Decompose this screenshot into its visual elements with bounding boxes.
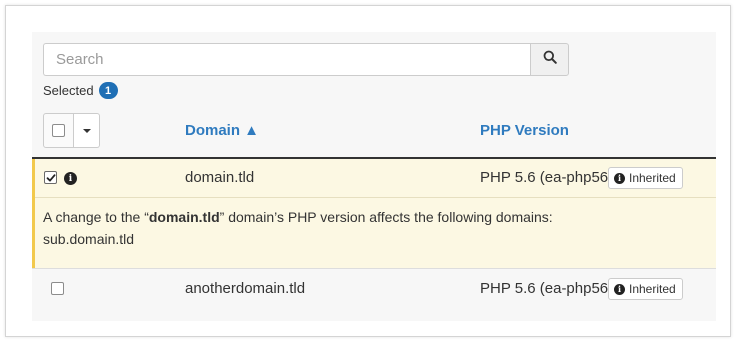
search-input[interactable] (43, 43, 530, 76)
inherited-button[interactable]: i Inherited (608, 167, 683, 189)
search-button[interactable] (530, 43, 569, 76)
row-divider (35, 197, 716, 198)
info-icon[interactable]: i (64, 172, 77, 185)
notice-text: A change to the “domain.tld” domain’s PH… (43, 206, 553, 228)
table-row: anotherdomain.tld PHP 5.6 (ea-php56) i I… (32, 269, 716, 321)
row-php-version: PHP 5.6 (ea-php56) (480, 169, 614, 186)
affected-domains-notice: A change to the “domain.tld” domain’s PH… (43, 206, 553, 250)
notice-prefix: A change to the “ (43, 209, 149, 225)
search-icon (543, 50, 557, 69)
row-checkbox[interactable] (51, 282, 64, 295)
bulk-select-group (43, 113, 100, 148)
selected-label: Selected (43, 83, 94, 98)
selected-count-badge: 1 (98, 82, 118, 99)
column-header-domain[interactable]: Domain ▲ (185, 122, 259, 139)
row-checkbox[interactable] (44, 171, 57, 184)
select-all-checkbox[interactable] (52, 124, 65, 137)
affected-domain: sub.domain.tld (43, 231, 135, 247)
checkmark-icon (46, 173, 55, 181)
row-php-version: PHP 5.6 (ea-php56) (480, 280, 614, 297)
column-header-php-version[interactable]: PHP Version (480, 122, 569, 139)
inherited-button[interactable]: i Inherited (608, 278, 683, 300)
select-all-checkbox-wrap (43, 113, 74, 148)
screenshot-frame: Selected 1 Domain ▲ PHP Version i domain… (5, 5, 731, 337)
table-row: i domain.tld PHP 5.6 (ea-php56) i Inheri… (32, 159, 716, 270)
info-icon: i (614, 172, 625, 184)
notice-domain: domain.tld (148, 209, 220, 225)
inherited-label: Inherited (629, 171, 676, 185)
php-version-panel: Selected 1 Domain ▲ PHP Version i domain… (32, 32, 716, 321)
bulk-select-dropdown-toggle[interactable] (74, 113, 100, 148)
notice-suffix: ” domain’s PHP version affects the follo… (219, 209, 553, 225)
search-group (43, 43, 569, 76)
selected-count: Selected 1 (43, 82, 118, 99)
info-icon: i (614, 283, 625, 295)
inherited-label: Inherited (629, 282, 676, 296)
chevron-down-icon (82, 128, 91, 133)
row-domain: anotherdomain.tld (185, 280, 306, 297)
row-domain: domain.tld (185, 169, 255, 186)
